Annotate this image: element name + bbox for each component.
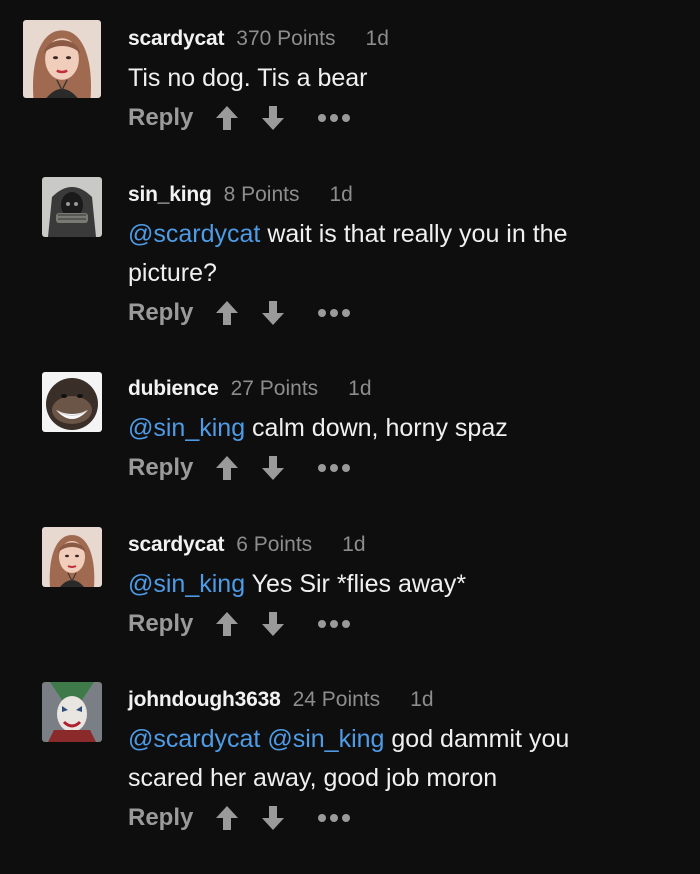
more-options-icon[interactable]: [317, 619, 351, 629]
avatar[interactable]: [42, 682, 102, 742]
comment-content: dubience 27 Points 1d @sin_king calm dow…: [128, 374, 680, 488]
arrow-up-icon[interactable]: [215, 105, 239, 131]
comment-actions: Reply: [128, 604, 680, 644]
comment-content: scardycat 6 Points 1d @sin_king Yes Sir …: [128, 530, 680, 644]
reply-button[interactable]: Reply: [128, 299, 193, 327]
comment-meta: scardycat 6 Points 1d: [128, 530, 680, 560]
avatar[interactable]: [42, 527, 102, 587]
avatar[interactable]: [23, 20, 101, 98]
more-options-icon[interactable]: [317, 113, 351, 123]
mention-link[interactable]: @scardycat: [128, 220, 260, 248]
comment-meta: sin_king 8 Points 1d: [128, 180, 680, 210]
comment: dubience 27 Points 1d @sin_king calm dow…: [0, 360, 700, 520]
comment-actions: Reply: [128, 448, 680, 488]
comment-text-segment: calm down, horny spaz: [245, 414, 508, 442]
reply-button[interactable]: Reply: [128, 454, 193, 482]
avatar[interactable]: [42, 177, 102, 237]
username[interactable]: sin_king: [128, 180, 212, 210]
timestamp: 1d: [348, 377, 372, 400]
comment: johndough3638 24 Points 1d @scardycat @s…: [0, 675, 700, 874]
comment-text: @scardycat @sin_king god dammit you scar…: [128, 720, 648, 798]
arrow-down-icon[interactable]: [261, 611, 285, 637]
reply-button[interactable]: Reply: [128, 610, 193, 638]
timestamp: 1d: [410, 688, 434, 711]
points-count: 6 Points: [236, 533, 313, 556]
points-count: 370 Points: [236, 27, 336, 50]
arrow-up-icon[interactable]: [215, 805, 239, 831]
comment-text: @sin_king calm down, horny spaz: [128, 409, 648, 448]
comment-content: johndough3638 24 Points 1d @scardycat @s…: [128, 685, 680, 838]
arrow-down-icon[interactable]: [261, 455, 285, 481]
reply-button[interactable]: Reply: [128, 104, 193, 132]
mention-link[interactable]: @sin_king: [128, 570, 245, 598]
comment-content: scardycat 370 Points 1d Tis no dog. Tis …: [128, 24, 680, 138]
comment-meta: scardycat 370 Points 1d: [128, 24, 680, 54]
comment-actions: Reply: [128, 98, 680, 138]
arrow-down-icon[interactable]: [261, 300, 285, 326]
arrow-up-icon[interactable]: [215, 455, 239, 481]
comment-text: @sin_king Yes Sir *flies away*: [128, 565, 648, 604]
timestamp: 1d: [342, 533, 366, 556]
arrow-up-icon[interactable]: [215, 611, 239, 637]
arrow-down-icon[interactable]: [261, 105, 285, 131]
comment: scardycat 6 Points 1d @sin_king Yes Sir …: [0, 520, 700, 680]
comment-text-segment: Tis no dog. Tis a bear: [128, 64, 368, 92]
more-options-icon[interactable]: [317, 308, 351, 318]
points-count: 8 Points: [223, 183, 300, 206]
comment-content: sin_king 8 Points 1d @scardycat wait is …: [128, 180, 680, 333]
comment-meta: dubience 27 Points 1d: [128, 374, 680, 404]
avatar[interactable]: [42, 372, 102, 432]
username[interactable]: johndough3638: [128, 685, 281, 715]
username[interactable]: dubience: [128, 374, 219, 404]
comment: scardycat 370 Points 1d Tis no dog. Tis …: [0, 0, 700, 170]
arrow-down-icon[interactable]: [261, 805, 285, 831]
comment-text-segment: Yes Sir *flies away*: [245, 570, 467, 598]
comment-meta: johndough3638 24 Points 1d: [128, 685, 680, 715]
comment-text: @scardycat wait is that really you in th…: [128, 215, 648, 293]
mention-link[interactable]: @scardycat: [128, 725, 260, 753]
more-options-icon[interactable]: [317, 463, 351, 473]
mention-link[interactable]: @sin_king: [128, 414, 245, 442]
timestamp: 1d: [365, 27, 389, 50]
timestamp: 1d: [329, 183, 353, 206]
comment-actions: Reply: [128, 293, 680, 333]
comment-text: Tis no dog. Tis a bear: [128, 59, 648, 98]
arrow-up-icon[interactable]: [215, 300, 239, 326]
points-count: 27 Points: [230, 377, 319, 400]
mention-link[interactable]: @sin_king: [267, 725, 384, 753]
reply-button[interactable]: Reply: [128, 804, 193, 832]
comment-actions: Reply: [128, 798, 680, 838]
comment: sin_king 8 Points 1d @scardycat wait is …: [0, 170, 700, 360]
username[interactable]: scardycat: [128, 530, 224, 560]
more-options-icon[interactable]: [317, 813, 351, 823]
points-count: 24 Points: [292, 688, 381, 711]
username[interactable]: scardycat: [128, 24, 224, 54]
